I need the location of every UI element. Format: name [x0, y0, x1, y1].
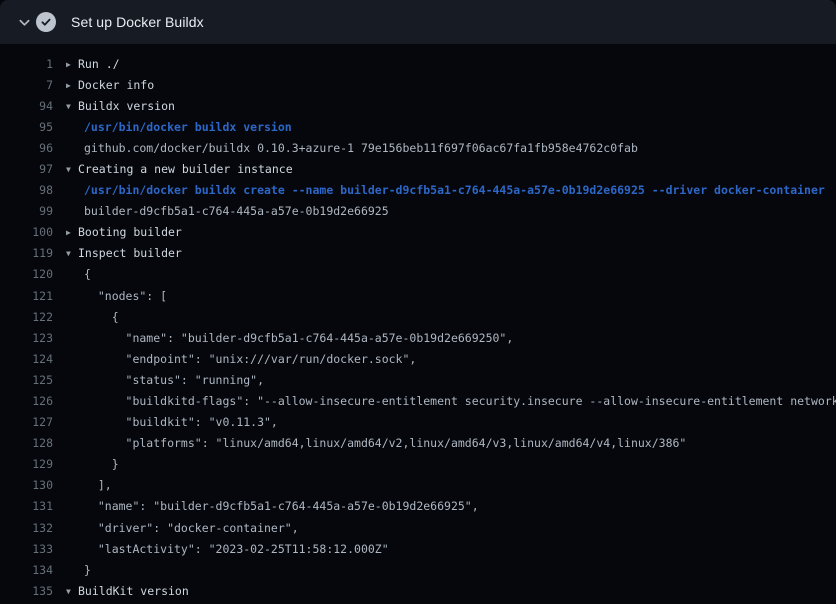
log-line[interactable]: 96 github.com/docker/buildx 0.10.3+azure…	[0, 138, 836, 159]
line-number[interactable]: 120	[0, 264, 53, 285]
group-toggle-icon[interactable]: ▼	[66, 243, 78, 264]
log-line[interactable]: 123 "name": "builder-d9cfb5a1-c764-445a-…	[0, 328, 836, 349]
line-number[interactable]: 119	[0, 243, 53, 264]
log-text: "status": "running",	[84, 370, 264, 391]
line-number[interactable]: 1	[0, 54, 53, 75]
log-line[interactable]: 1 ▶ Run ./	[0, 54, 836, 75]
log-line[interactable]: 129 }	[0, 454, 836, 475]
line-number[interactable]: 123	[0, 328, 53, 349]
chevron-down-icon[interactable]	[18, 16, 31, 29]
workflow-step-log-panel: Set up Docker Buildx 1 ▶ Run ./ 7 ▶ Dock…	[0, 0, 836, 604]
log-line[interactable]: 124 "endpoint": "unix:///var/run/docker.…	[0, 349, 836, 370]
line-number[interactable]: 126	[0, 391, 53, 412]
log-text: "buildkit": "v0.11.3",	[84, 412, 278, 433]
log-lines-container: 1 ▶ Run ./ 7 ▶ Docker info 94 ▼ Buildx v…	[0, 44, 836, 604]
log-text: "platforms": "linux/amd64,linux/amd64/v2…	[84, 433, 686, 454]
step-header[interactable]: Set up Docker Buildx	[0, 0, 836, 44]
log-text: "name": "builder-d9cfb5a1-c764-445a-a57e…	[84, 496, 479, 517]
log-text: "buildkitd-flags": "--allow-insecure-ent…	[84, 391, 836, 412]
log-line[interactable]: 94 ▼ Buildx version	[0, 96, 836, 117]
line-number[interactable]: 96	[0, 138, 53, 159]
log-text: "name": "builder-d9cfb5a1-c764-445a-a57e…	[84, 328, 513, 349]
log-text: Inspect builder	[78, 243, 182, 264]
group-toggle-icon[interactable]: ▶	[66, 54, 78, 75]
log-line[interactable]: 134 }	[0, 560, 836, 581]
line-number[interactable]: 127	[0, 412, 53, 433]
log-line[interactable]: 127 "buildkit": "v0.11.3",	[0, 412, 836, 433]
log-text: Docker info	[78, 75, 154, 96]
log-text: github.com/docker/buildx 0.10.3+azure-1 …	[84, 138, 638, 159]
log-line[interactable]: 126 "buildkitd-flags": "--allow-insecure…	[0, 391, 836, 412]
log-line[interactable]: 131 "name": "builder-d9cfb5a1-c764-445a-…	[0, 496, 836, 517]
log-text: Buildx version	[78, 96, 175, 117]
log-line[interactable]: 97 ▼ Creating a new builder instance	[0, 159, 836, 180]
check-circle-icon	[36, 12, 56, 32]
log-text: BuildKit version	[78, 581, 189, 602]
log-line[interactable]: 132 "driver": "docker-container",	[0, 518, 836, 539]
log-line[interactable]: 130 ],	[0, 475, 836, 496]
log-line[interactable]: 133 "lastActivity": "2023-02-25T11:58:12…	[0, 539, 836, 560]
line-number[interactable]: 131	[0, 496, 53, 517]
log-line[interactable]: 120 {	[0, 264, 836, 285]
line-number[interactable]: 7	[0, 75, 53, 96]
line-number[interactable]: 97	[0, 159, 53, 180]
log-line[interactable]: 98 /usr/bin/docker buildx create --name …	[0, 180, 836, 201]
log-line[interactable]: 100 ▶ Booting builder	[0, 222, 836, 243]
log-line[interactable]: 125 "status": "running",	[0, 370, 836, 391]
log-text: Run ./	[78, 54, 120, 75]
group-toggle-icon[interactable]: ▼	[66, 96, 78, 117]
line-number[interactable]: 134	[0, 560, 53, 581]
group-toggle-icon[interactable]: ▼	[66, 581, 78, 602]
line-number[interactable]: 98	[0, 180, 53, 201]
log-line[interactable]: 121 "nodes": [	[0, 286, 836, 307]
log-text: builder-d9cfb5a1-c764-445a-a57e-0b19d2e6…	[84, 201, 389, 222]
log-text: /usr/bin/docker buildx version	[84, 117, 292, 138]
log-text: Booting builder	[78, 222, 182, 243]
log-text: "nodes": [	[84, 286, 167, 307]
line-number[interactable]: 94	[0, 96, 53, 117]
line-number[interactable]: 128	[0, 433, 53, 454]
log-text: {	[84, 307, 119, 328]
group-toggle-icon[interactable]: ▶	[66, 222, 78, 243]
log-text: "endpoint": "unix:///var/run/docker.sock…	[84, 349, 416, 370]
log-text: /usr/bin/docker buildx create --name bui…	[84, 180, 825, 201]
line-number[interactable]: 121	[0, 286, 53, 307]
log-text: "driver": "docker-container",	[84, 518, 299, 539]
log-text: Creating a new builder instance	[78, 159, 293, 180]
line-number[interactable]: 130	[0, 475, 53, 496]
log-text: "lastActivity": "2023-02-25T11:58:12.000…	[84, 539, 389, 560]
line-number[interactable]: 129	[0, 454, 53, 475]
step-title: Set up Docker Buildx	[71, 14, 204, 30]
line-number[interactable]: 122	[0, 307, 53, 328]
line-number[interactable]: 135	[0, 581, 53, 602]
log-line[interactable]: 128 "platforms": "linux/amd64,linux/amd6…	[0, 433, 836, 454]
log-text: }	[84, 560, 91, 581]
line-number[interactable]: 95	[0, 117, 53, 138]
line-number[interactable]: 125	[0, 370, 53, 391]
group-toggle-icon[interactable]: ▶	[66, 75, 78, 96]
log-text: {	[84, 264, 91, 285]
line-number[interactable]: 99	[0, 201, 53, 222]
line-number[interactable]: 132	[0, 518, 53, 539]
log-line[interactable]: 7 ▶ Docker info	[0, 75, 836, 96]
line-number[interactable]: 100	[0, 222, 53, 243]
line-number[interactable]: 124	[0, 349, 53, 370]
log-line[interactable]: 122 {	[0, 307, 836, 328]
line-number[interactable]: 133	[0, 539, 53, 560]
log-line[interactable]: 135 ▼ BuildKit version	[0, 581, 836, 602]
log-text: ],	[84, 475, 112, 496]
log-line[interactable]: 99 builder-d9cfb5a1-c764-445a-a57e-0b19d…	[0, 201, 836, 222]
group-toggle-icon[interactable]: ▼	[66, 159, 78, 180]
log-line[interactable]: 119 ▼ Inspect builder	[0, 243, 836, 264]
log-text: }	[84, 454, 119, 475]
log-line[interactable]: 95 /usr/bin/docker buildx version	[0, 117, 836, 138]
